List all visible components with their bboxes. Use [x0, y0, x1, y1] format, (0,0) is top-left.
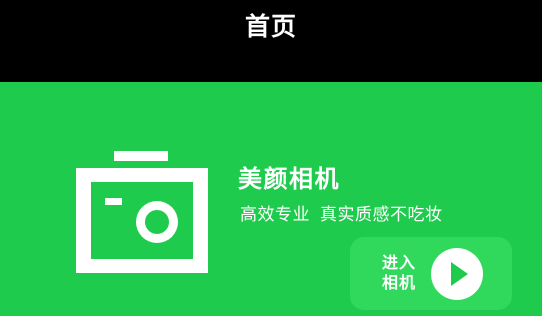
enter-camera-label-line-2: 相机 [382, 273, 417, 292]
enter-camera-button[interactable]: 进入 相机 [350, 237, 512, 310]
tagline-part-2: 真实质感不吃妆 [320, 205, 443, 225]
app-name: 美颜相机 [238, 165, 340, 193]
enter-camera-label: 进入 相机 [382, 253, 430, 293]
page-title: 首页 [244, 12, 297, 41]
play-icon [431, 248, 483, 300]
top-navigation-bar: 首页 [0, 0, 542, 82]
tagline-part-1: 高效专业 [240, 205, 310, 225]
camera-icon [76, 151, 208, 273]
enter-camera-label-line-1: 进入 [382, 253, 417, 272]
app-screen: 首页 美颜相机 高效专业 真实质感不吃妆 进入 相机 [0, 0, 542, 316]
tagline: 高效专业 真实质感不吃妆 [240, 203, 443, 227]
